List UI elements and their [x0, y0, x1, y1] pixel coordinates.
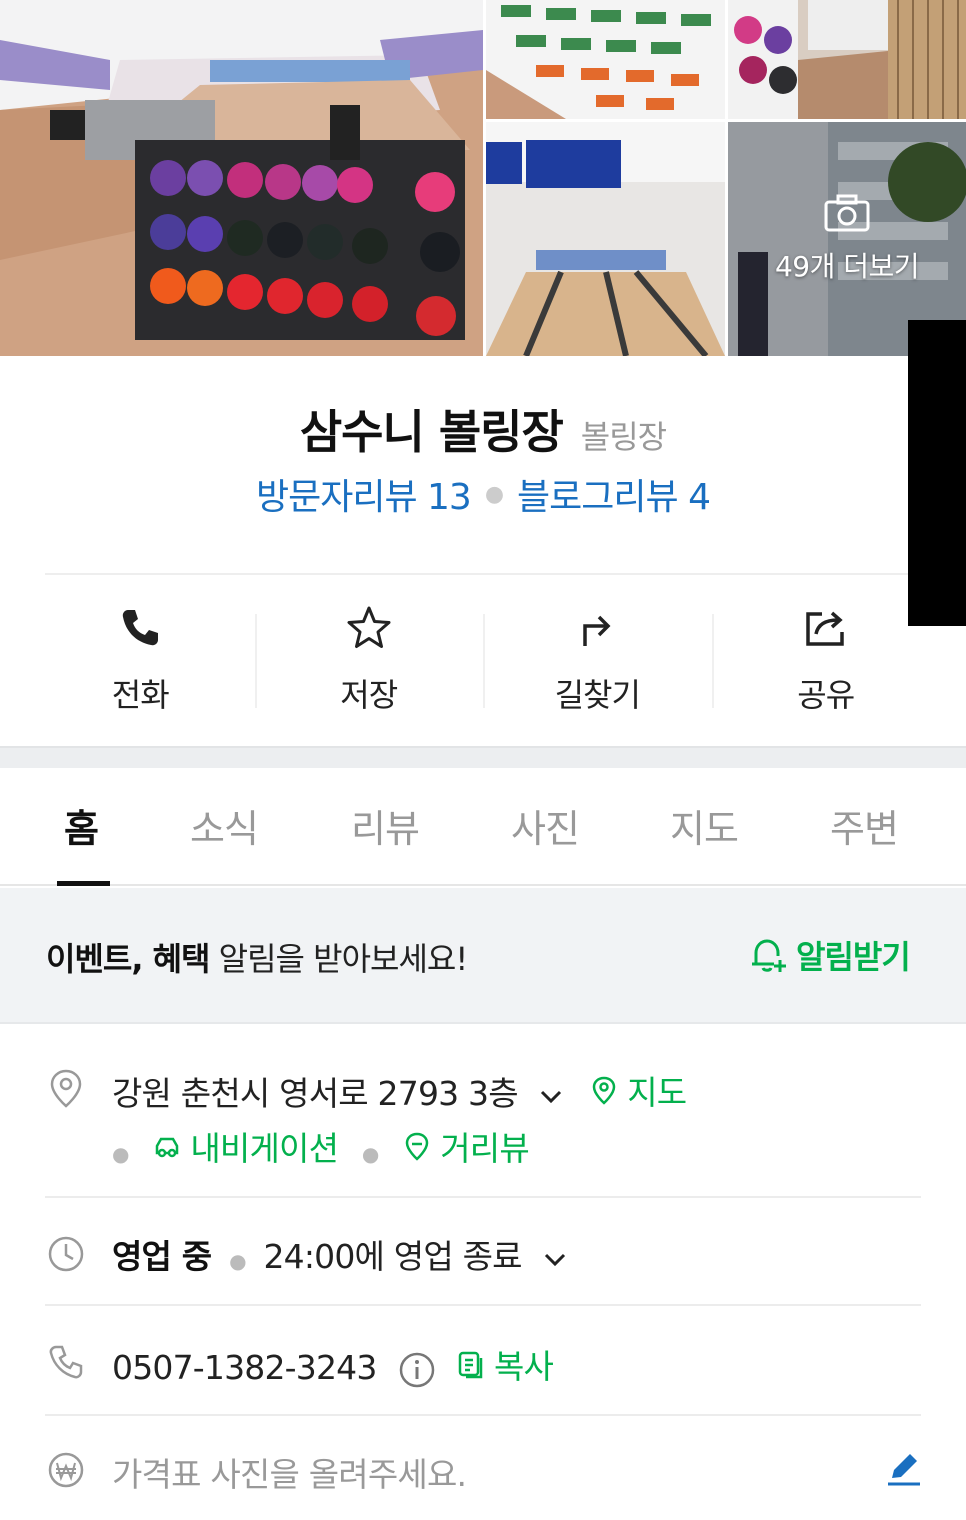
divider	[45, 1414, 921, 1416]
copy-label: 복사	[493, 1347, 554, 1386]
open-status: 영업 중	[112, 1237, 212, 1276]
photo-shoe-shelves[interactable]	[486, 0, 725, 119]
directions-label: 길찾기	[554, 676, 641, 714]
address-text[interactable]: 강원 춘천시 영서로 2793 3층	[112, 1074, 519, 1113]
directions-button[interactable]: 길찾기	[483, 590, 712, 730]
photo-gallery: 49개 더보기	[0, 0, 966, 356]
phone-outline-icon	[46, 1342, 86, 1382]
location-pin-icon	[46, 1068, 86, 1108]
call-button[interactable]: 전화	[26, 590, 255, 730]
section-gap	[0, 746, 966, 768]
star-icon	[347, 606, 391, 648]
notification-bold: 이벤트, 혜택	[46, 940, 210, 978]
directions-icon	[583, 615, 611, 646]
camera-icon	[824, 194, 870, 232]
share-button[interactable]: 공유	[711, 590, 941, 730]
redaction-bar	[908, 320, 966, 626]
tab-reviews[interactable]: 리뷰	[351, 798, 420, 853]
phone-line: 0507-1382-3243 복사	[112, 1340, 554, 1389]
separator-dot: ●	[112, 1142, 129, 1166]
notification-rest: 알림을 받아보세요!	[209, 940, 469, 978]
closing-time: 24:00에 영업 종료	[263, 1237, 522, 1276]
copy-icon	[458, 1351, 483, 1379]
tab-bar: 홈 소식 리뷰 사진 지도 주변	[0, 768, 966, 886]
phone-icon	[123, 610, 159, 646]
photo-lanes[interactable]	[486, 122, 725, 356]
map-link[interactable]: 지도	[589, 1066, 687, 1114]
subscribe-alert-button[interactable]: 알림받기	[746, 932, 911, 978]
hours-line[interactable]: 영업 중 ● 24:00에 영업 종료	[112, 1230, 569, 1278]
more-photos-label: 49개 더보기	[774, 250, 920, 283]
address-links: ● 내비게이션 ● 거리뷰	[112, 1122, 530, 1170]
separator-dot: ●	[361, 1142, 379, 1166]
price-placeholder[interactable]: 가격표 사진을 올려주세요.	[112, 1448, 467, 1496]
active-tab-indicator	[57, 881, 110, 886]
tab-news[interactable]: 소식	[190, 798, 259, 853]
save-button[interactable]: 저장	[254, 590, 484, 730]
tab-nearby[interactable]: 주변	[830, 798, 899, 853]
action-bar: 전화 저장 길찾기 공유	[26, 590, 940, 730]
navigation-link[interactable]: 내비게이션	[152, 1122, 339, 1170]
divider	[45, 573, 921, 575]
place-header: 삼수니 볼링장 볼링장 방문자리뷰 13 ● 블로그리뷰 4	[0, 356, 966, 574]
navigation-label: 내비게이션	[190, 1129, 339, 1168]
clock-icon	[46, 1234, 86, 1274]
place-name: 삼수니 볼링장	[299, 405, 564, 459]
map-pin-icon	[592, 1076, 616, 1105]
save-label: 저장	[340, 676, 398, 714]
map-link-label: 지도	[627, 1073, 687, 1112]
separator-dot: ●	[229, 1249, 246, 1273]
tab-home[interactable]: 홈	[64, 798, 99, 853]
pencil-edit-icon[interactable]	[884, 1448, 924, 1488]
visitor-review-link[interactable]: 방문자리뷰 13	[256, 468, 472, 520]
separator-dot: ●	[484, 481, 504, 507]
phone-number[interactable]: 0507-1382-3243	[112, 1348, 377, 1387]
won-currency-icon	[46, 1450, 86, 1490]
share-label: 공유	[797, 676, 855, 714]
blog-review-link[interactable]: 블로그리뷰 4	[517, 468, 711, 520]
copy-phone-button[interactable]: 복사	[456, 1340, 554, 1388]
call-label: 전화	[111, 676, 170, 714]
tab-photos[interactable]: 사진	[511, 798, 580, 853]
chevron-down-icon[interactable]	[541, 1245, 569, 1273]
place-category: 볼링장	[580, 418, 667, 456]
car-icon	[156, 1137, 179, 1158]
street-view-pin-icon	[405, 1132, 429, 1161]
notification-banner: 이벤트, 혜택 알림을 받아보세요! 알림받기	[0, 888, 966, 1024]
address-line: 강원 춘천시 영서로 2793 3층 지도	[112, 1066, 687, 1115]
street-view-label: 거리뷰	[440, 1129, 529, 1168]
street-view-link[interactable]: 거리뷰	[402, 1122, 530, 1170]
tab-map[interactable]: 지도	[670, 798, 739, 853]
subscribe-alert-label: 알림받기	[796, 938, 911, 976]
notification-message: 이벤트, 혜택 알림을 받아보세요!	[46, 934, 469, 980]
share-icon	[806, 611, 844, 646]
photo-main-bowling-alley[interactable]	[0, 0, 483, 356]
photo-lobby[interactable]	[728, 0, 966, 119]
divider	[45, 1196, 921, 1198]
bell-plus-icon	[752, 939, 786, 972]
info-icon[interactable]	[398, 1351, 436, 1389]
chevron-down-icon[interactable]	[537, 1082, 565, 1110]
divider	[45, 1304, 921, 1306]
